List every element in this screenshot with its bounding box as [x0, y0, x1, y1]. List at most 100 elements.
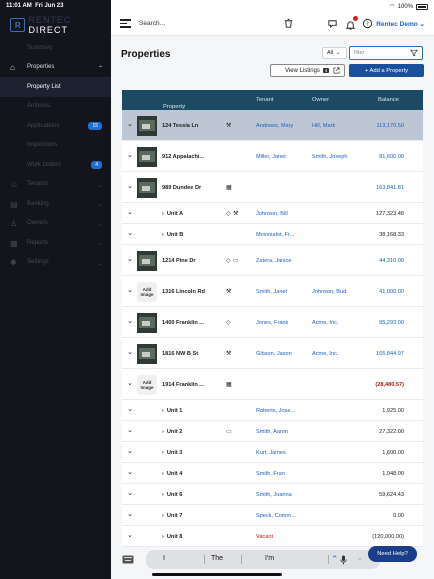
- sidebar-item[interactable]: ♙ Owners ⌄: [0, 214, 111, 234]
- owner-link[interactable]: Acme, Inc.: [312, 351, 338, 357]
- building-icon[interactable]: ▦: [226, 184, 232, 191]
- trash-icon[interactable]: [283, 18, 294, 29]
- tenant-link[interactable]: Smith, Fran: [256, 471, 285, 477]
- unit-name[interactable]: Unit 1: [162, 408, 183, 414]
- chevron-up-icon[interactable]: ⌃: [331, 554, 339, 565]
- tenant-link[interactable]: Kurt, James: [256, 450, 286, 456]
- tag-icon[interactable]: ◇: [226, 210, 231, 217]
- property-name[interactable]: 1316 Lincoln Rd: [162, 289, 205, 295]
- unit-name[interactable]: Unit 3: [162, 450, 183, 456]
- unit-row[interactable]: ⌄ Unit 8 Vacant (120,000.00): [122, 526, 423, 547]
- suggestion-2[interactable]: The: [211, 555, 223, 562]
- tenant-link[interactable]: Vacant: [256, 534, 273, 540]
- unit-name[interactable]: Unit 2: [162, 429, 183, 435]
- wrench-icon[interactable]: ⚒: [226, 288, 231, 295]
- property-thumbnail[interactable]: [137, 177, 157, 198]
- sidebar-item[interactable]: Work Orders 4: [0, 155, 111, 175]
- balance-value[interactable]: 81,600.00: [379, 154, 404, 160]
- need-help-button[interactable]: Need Help?: [368, 546, 417, 562]
- expand-chevron-icon[interactable]: ⌄: [127, 286, 133, 294]
- expand-chevron-icon[interactable]: ⌄: [127, 531, 133, 539]
- owner-link[interactable]: Hill, Mark: [312, 123, 335, 129]
- property-row[interactable]: ⌄ 1400 Franklin ... ◇ Jones, Frank Acme, Inc…: [122, 307, 423, 338]
- sidebar-item[interactable]: Applications 15: [0, 116, 111, 136]
- expand-chevron-icon[interactable]: ⌄: [127, 229, 133, 237]
- owner-link[interactable]: Smith, Joseph: [312, 154, 347, 160]
- microphone-icon[interactable]: [340, 555, 347, 565]
- column-header-balance[interactable]: Balance: [378, 97, 399, 103]
- unit-name[interactable]: Unit 7: [162, 513, 183, 519]
- tenant-link[interactable]: Smith, Aaron: [256, 429, 288, 435]
- property-row[interactable]: ⌄ 1816 NW B St ⚒ Gibson, Jason Acme, Inc. 165…: [122, 338, 423, 369]
- view-listings-button[interactable]: View Listings 4: [270, 64, 345, 77]
- note-icon[interactable]: ▭: [233, 257, 239, 264]
- balance-value[interactable]: 95,293.00: [379, 320, 404, 326]
- tenant-link[interactable]: Movesalot, Fr...: [256, 232, 294, 238]
- unit-row[interactable]: ⌄ Unit 3 Kurt, James 1,600.00: [122, 442, 423, 463]
- expand-chevron-icon[interactable]: ⌄: [127, 348, 133, 356]
- balance-value[interactable]: 165,844.97: [376, 351, 404, 357]
- balance-value[interactable]: 41,000.00: [379, 289, 404, 295]
- property-thumbnail[interactable]: [137, 250, 157, 271]
- tenant-link[interactable]: Zatera, Janice: [256, 258, 291, 264]
- sidebar-item[interactable]: Inspections: [0, 136, 111, 156]
- expand-chevron-icon[interactable]: ⌄: [127, 489, 133, 497]
- tenant-link[interactable]: Andrews, Mary: [256, 123, 293, 129]
- expand-chevron-icon[interactable]: ⌄: [127, 120, 133, 128]
- unit-row[interactable]: ⌄ Unit 4 Smith, Fran 1,048.00: [122, 463, 423, 484]
- sidebar-item[interactable]: ▦ Reports ⌄: [0, 233, 111, 253]
- tenant-link[interactable]: Smith, Joanna: [256, 492, 292, 498]
- tag-icon[interactable]: ◇: [226, 319, 231, 326]
- property-name[interactable]: 124 Tessia Ln: [162, 123, 198, 129]
- property-thumbnail[interactable]: [137, 343, 157, 364]
- wrench-icon[interactable]: ⚒: [226, 122, 231, 129]
- help-icon[interactable]: ?: [362, 18, 373, 29]
- sidebar-item[interactable]: ✱ Settings ⌄: [0, 253, 111, 273]
- property-row[interactable]: ⌄ 989 Dundee Dr ▦ 163,841.81: [122, 172, 423, 203]
- unit-row[interactable]: ⌄ Unit 7 Speck, Comm... 0.00: [122, 505, 423, 526]
- tag-icon[interactable]: ◇: [226, 257, 231, 264]
- unit-name[interactable]: Unit 6: [162, 492, 183, 498]
- expand-chevron-icon[interactable]: ⌄: [127, 182, 133, 190]
- property-name[interactable]: 912 Appalachi...: [162, 154, 204, 160]
- unit-name[interactable]: Unit 8: [162, 534, 183, 540]
- suggestion-3[interactable]: I'm: [265, 555, 274, 562]
- keyboard-icon[interactable]: [122, 555, 134, 564]
- owner-link[interactable]: Johnson, Bud: [312, 289, 346, 295]
- filter-input[interactable]: filter: [349, 46, 423, 60]
- add-property-button[interactable]: + Add a Property: [349, 64, 424, 77]
- owner-link[interactable]: Acme, Inc.: [312, 320, 338, 326]
- balance-value[interactable]: 113,170.50: [376, 123, 404, 129]
- expand-chevron-icon[interactable]: ⌄: [127, 447, 133, 455]
- unit-row[interactable]: ⌄ Unit 1 Roberts, Jose... 1,925.00: [122, 400, 423, 421]
- unit-row[interactable]: ⌄ Unit 2 ▭ Smith, Aaron 27,322.00: [122, 421, 423, 442]
- unit-name[interactable]: Unit A: [162, 211, 183, 217]
- chevron-down-icon[interactable]: ⌄: [356, 552, 364, 563]
- expand-chevron-icon[interactable]: ⌄: [127, 379, 133, 387]
- expand-chevron-icon[interactable]: ⌄: [127, 426, 133, 434]
- expand-chevron-icon[interactable]: ⌄: [127, 405, 133, 413]
- tenant-link[interactable]: Miller, Janet: [256, 154, 286, 160]
- tenant-link[interactable]: Johnson, Bill: [256, 211, 288, 217]
- property-row[interactable]: ⌄ 124 Tessia Ln ⚒ Andrews, Mary Hill, Mark 11…: [122, 110, 423, 141]
- property-row[interactable]: ⌄ 1214 Pine Dr ◇ ▭ Zatera, Janice 44,310.00: [122, 245, 423, 276]
- unit-row[interactable]: ⌄ Unit A ◇⚒ Johnson, Bill 127,323.48: [122, 203, 423, 224]
- sidebar-item[interactable]: ⌂ Properties ⌃: [0, 58, 111, 78]
- unit-name[interactable]: Unit 4: [162, 471, 183, 477]
- unit-row[interactable]: ⌄ Unit B Movesalot, Fr... 38,168.33: [122, 224, 423, 245]
- suggestion-1[interactable]: I: [163, 555, 165, 562]
- building-icon[interactable]: ▦: [226, 381, 232, 388]
- property-row[interactable]: ⌄ Add Image 1914 Franklin ... ▦ (28,480.57): [122, 369, 423, 400]
- global-search-input[interactable]: Search...: [139, 20, 165, 27]
- sidebar-item[interactable]: ▤ Banking ⌄: [0, 194, 111, 214]
- tenant-link[interactable]: Roberts, Jose...: [256, 408, 295, 414]
- expand-chevron-icon[interactable]: ⌄: [127, 255, 133, 263]
- sidebar-item[interactable]: Archives: [0, 97, 111, 117]
- sidebar-item[interactable]: Property List: [0, 77, 111, 97]
- property-name[interactable]: 1400 Franklin ...: [162, 320, 204, 326]
- app-logo[interactable]: R RENTEC DIRECT: [10, 15, 111, 35]
- column-header-tenant[interactable]: Tenant: [256, 97, 273, 103]
- property-name[interactable]: 1914 Franklin ...: [162, 382, 204, 388]
- property-thumbnail[interactable]: [137, 115, 157, 136]
- property-name[interactable]: 989 Dundee Dr: [162, 185, 201, 191]
